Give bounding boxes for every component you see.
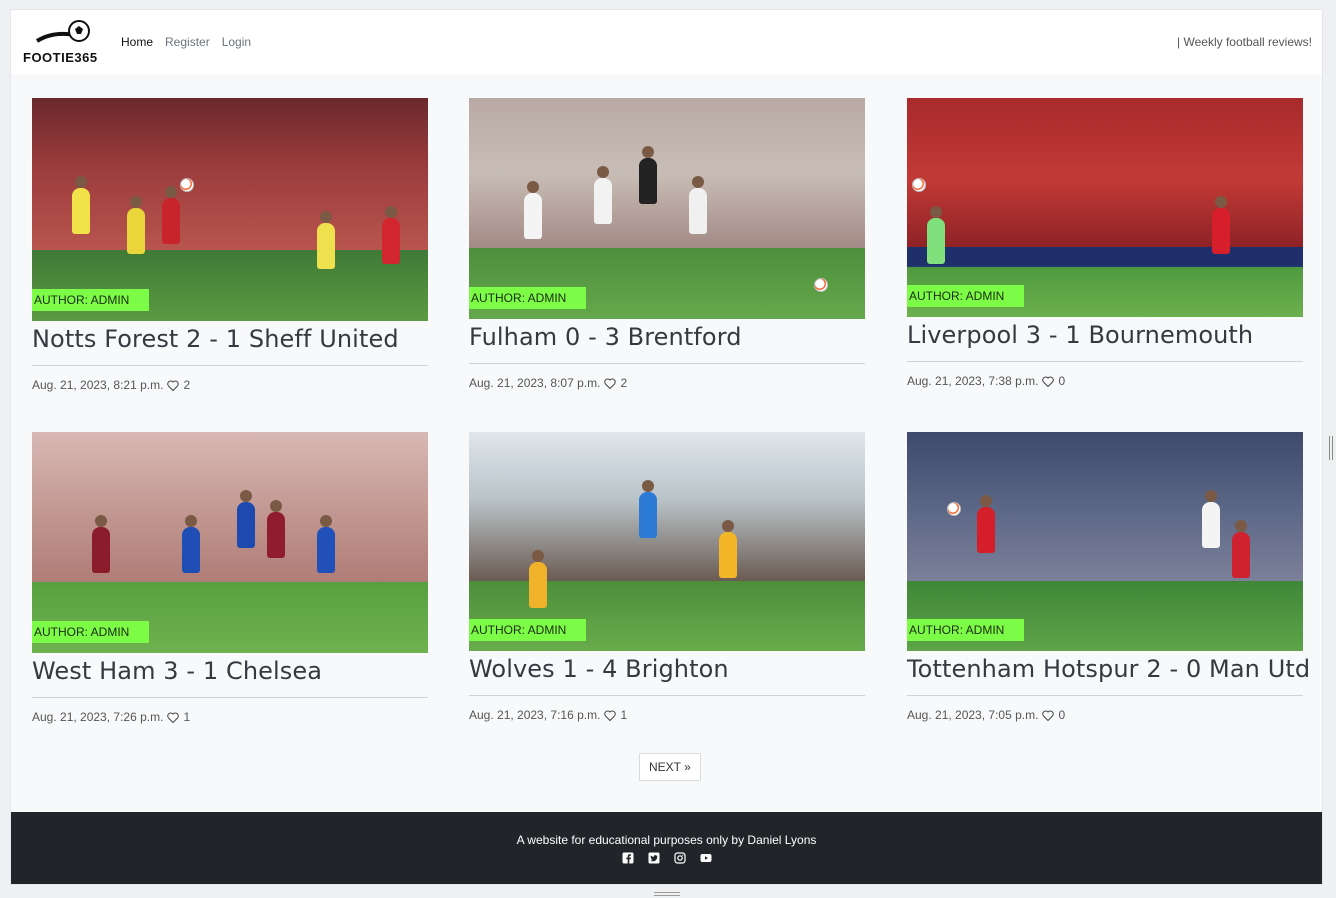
- social-links: [11, 852, 1322, 864]
- post-card[interactable]: AUTHOR: ADMIN West Ham 3 - 1 Chelsea Aug…: [32, 432, 428, 724]
- post-meta: Aug. 21, 2023, 7:16 p.m. 1: [469, 708, 865, 722]
- resize-handle[interactable]: [1329, 436, 1333, 460]
- post-date: Aug. 21, 2023, 7:16 p.m.: [469, 708, 601, 722]
- heart-icon[interactable]: [167, 380, 180, 391]
- youtube-icon[interactable]: [700, 852, 712, 864]
- post-date: Aug. 21, 2023, 7:05 p.m.: [907, 708, 1039, 722]
- post-date: Aug. 21, 2023, 7:26 p.m.: [32, 710, 164, 724]
- scroll-handle[interactable]: [654, 892, 680, 896]
- divider: [32, 697, 428, 698]
- like-count: 2: [183, 378, 191, 392]
- post-meta: Aug. 21, 2023, 7:26 p.m. 1: [32, 710, 428, 724]
- post-card[interactable]: AUTHOR: ADMIN Liverpool 3 - 1 Bournemout…: [907, 98, 1303, 388]
- post-card[interactable]: AUTHOR: ADMIN Notts Forest 2 - 1 Sheff U…: [32, 98, 428, 392]
- divider: [907, 361, 1303, 362]
- divider: [469, 695, 865, 696]
- instagram-icon[interactable]: [673, 852, 686, 864]
- heart-icon[interactable]: [167, 712, 180, 723]
- post-card[interactable]: AUTHOR: ADMIN Fulham 0 - 3 Brentford Aug…: [469, 98, 865, 390]
- post-image[interactable]: AUTHOR: ADMIN: [32, 98, 428, 321]
- author-badge: AUTHOR: ADMIN: [907, 619, 1024, 641]
- divider: [32, 365, 428, 366]
- post-card[interactable]: AUTHOR: ADMIN Wolves 1 - 4 Brighton Aug.…: [469, 432, 865, 722]
- footer: A website for educational purposes only …: [11, 812, 1322, 884]
- post-image[interactable]: AUTHOR: ADMIN: [907, 432, 1303, 651]
- author-badge: AUTHOR: ADMIN: [32, 289, 149, 311]
- site-logo[interactable]: FOOTIE365: [23, 19, 103, 65]
- heart-icon[interactable]: [1042, 710, 1055, 721]
- author-badge: AUTHOR: ADMIN: [469, 619, 586, 641]
- author-badge: AUTHOR: ADMIN: [907, 285, 1024, 307]
- page-frame: FOOTIE365 Home Register Login | Weekly f…: [10, 9, 1323, 885]
- heart-icon[interactable]: [1042, 376, 1055, 387]
- post-title[interactable]: Notts Forest 2 - 1 Sheff United: [32, 325, 428, 353]
- post-date: Aug. 21, 2023, 7:38 p.m.: [907, 374, 1039, 388]
- divider: [469, 363, 865, 364]
- post-date: Aug. 21, 2023, 8:21 p.m.: [32, 378, 164, 392]
- post-card[interactable]: AUTHOR: ADMIN Tottenham Hotspur 2 - 0 Ma…: [907, 432, 1310, 722]
- like-count: 1: [183, 710, 191, 724]
- post-title[interactable]: Liverpool 3 - 1 Bournemouth: [907, 321, 1303, 349]
- post-date: Aug. 21, 2023, 8:07 p.m.: [469, 376, 601, 390]
- post-image[interactable]: AUTHOR: ADMIN: [469, 432, 865, 651]
- divider: [907, 695, 1303, 696]
- post-title[interactable]: West Ham 3 - 1 Chelsea: [32, 657, 428, 685]
- post-image[interactable]: AUTHOR: ADMIN: [469, 98, 865, 319]
- post-meta: Aug. 21, 2023, 7:38 p.m. 0: [907, 374, 1303, 388]
- like-count: 1: [620, 708, 628, 722]
- nav-links: Home Register Login: [121, 35, 251, 49]
- post-title[interactable]: Tottenham Hotspur 2 - 0 Man Utd: [907, 655, 1310, 683]
- nav-home-link[interactable]: Home: [121, 35, 153, 49]
- like-count: 2: [620, 376, 628, 390]
- post-meta: Aug. 21, 2023, 8:21 p.m. 2: [32, 378, 428, 392]
- post-meta: Aug. 21, 2023, 8:07 p.m. 2: [469, 376, 865, 390]
- heart-icon[interactable]: [604, 710, 617, 721]
- heart-icon[interactable]: [604, 378, 617, 389]
- post-image[interactable]: AUTHOR: ADMIN: [907, 98, 1303, 317]
- author-badge: AUTHOR: ADMIN: [32, 621, 149, 643]
- like-count: 0: [1058, 374, 1066, 388]
- brand-name: FOOTIE365: [23, 50, 98, 65]
- nav-login-link[interactable]: Login: [222, 35, 251, 49]
- tagline: | Weekly football reviews!: [1177, 35, 1312, 49]
- facebook-icon[interactable]: [622, 852, 634, 864]
- twitter-icon[interactable]: [648, 852, 660, 864]
- next-page-button[interactable]: NEXT »: [639, 753, 701, 781]
- navbar: FOOTIE365 Home Register Login | Weekly f…: [11, 10, 1322, 74]
- post-title[interactable]: Fulham 0 - 3 Brentford: [469, 323, 865, 351]
- footer-text: A website for educational purposes only …: [516, 833, 817, 847]
- like-count: 0: [1058, 708, 1066, 722]
- football-logo-icon: [35, 20, 90, 43]
- nav-register-link[interactable]: Register: [165, 35, 210, 49]
- author-badge: AUTHOR: ADMIN: [469, 287, 586, 309]
- post-meta: Aug. 21, 2023, 7:05 p.m. 0: [907, 708, 1303, 722]
- post-image[interactable]: AUTHOR: ADMIN: [32, 432, 428, 653]
- post-title[interactable]: Wolves 1 - 4 Brighton: [469, 655, 865, 683]
